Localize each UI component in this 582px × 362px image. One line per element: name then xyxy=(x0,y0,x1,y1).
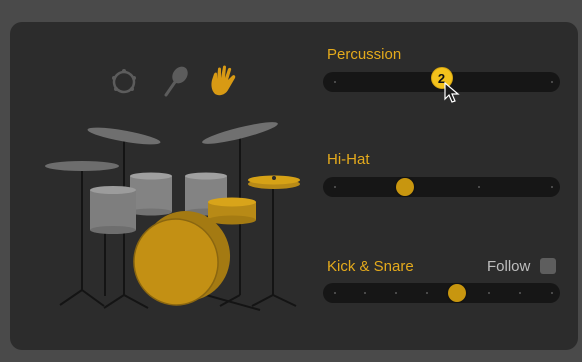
hihat-slider-knob[interactable] xyxy=(395,178,414,196)
percussion-label: Percussion xyxy=(327,46,402,63)
rack-tom-left[interactable] xyxy=(130,172,172,216)
kick-snare-label: Kick & Snare xyxy=(327,258,414,275)
slider-tick xyxy=(334,292,336,294)
kick-snare-slider[interactable] xyxy=(323,283,560,303)
slider-tick xyxy=(426,292,428,294)
snare-drum[interactable] xyxy=(208,197,256,225)
slider-tick xyxy=(551,292,553,294)
slider-tick xyxy=(334,186,336,188)
floor-tom[interactable] xyxy=(90,186,136,234)
tambourine-icon[interactable] xyxy=(110,64,142,98)
instrument-picker xyxy=(106,64,246,100)
slider-tick xyxy=(551,186,553,188)
kick-snare-slider-knob[interactable] xyxy=(447,284,466,302)
hi-hat-cymbal[interactable] xyxy=(248,175,300,190)
hihat-slider[interactable] xyxy=(323,177,560,197)
mouse-pointer-icon xyxy=(444,81,460,104)
slider-tick xyxy=(488,292,490,294)
drum-kit-illustration xyxy=(30,110,320,320)
slider-tick xyxy=(334,81,336,83)
splash-cymbal[interactable] xyxy=(45,161,119,171)
hand-clap-icon[interactable] xyxy=(208,64,240,98)
slider-tick xyxy=(478,186,480,188)
slider-tick xyxy=(551,81,553,83)
percussion-slider[interactable]: 2 xyxy=(323,67,560,92)
follow-checkbox[interactable] xyxy=(540,258,556,274)
slider-tick xyxy=(519,292,521,294)
follow-label: Follow xyxy=(487,258,531,275)
slider-tick xyxy=(395,292,397,294)
shaker-icon[interactable] xyxy=(160,64,192,98)
hihat-label: Hi-Hat xyxy=(327,151,370,168)
slider-tick xyxy=(364,292,366,294)
